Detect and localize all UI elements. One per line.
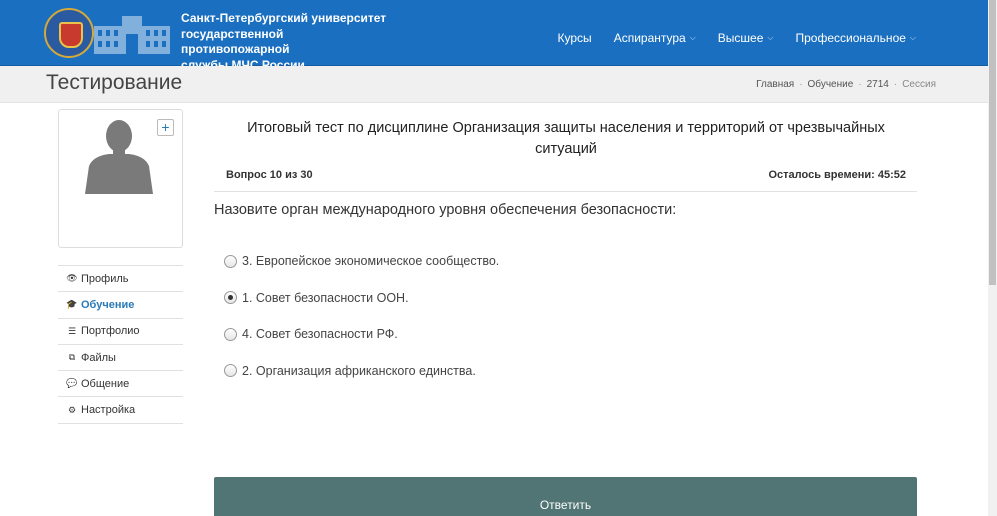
nav-label: Профессиональное xyxy=(795,31,906,45)
sidebar-item-label: Файлы xyxy=(81,351,116,364)
profile-photo-card: + xyxy=(58,109,183,248)
eye-icon: 👁 xyxy=(66,273,78,284)
answer-radio[interactable] xyxy=(224,254,237,268)
sidebar-item-messages[interactable]: 💬 Общение xyxy=(58,371,183,398)
answer-label: 2. Организация африканского единства. xyxy=(242,363,476,378)
answer-label: 4. Совет безопасности РФ. xyxy=(242,327,398,341)
breadcrumb-separator: · xyxy=(799,79,803,90)
nav-higher[interactable]: Высшее ⌵ xyxy=(718,31,774,45)
avatar xyxy=(85,120,153,194)
answer-option[interactable]: 2. Организация африканского единства. xyxy=(224,362,499,380)
graduation-cap-icon: 🎓 xyxy=(66,299,78,310)
page-scrollbar[interactable] xyxy=(988,0,997,516)
scrollbar-thumb[interactable] xyxy=(989,0,996,285)
chevron-down-icon: ⌵ xyxy=(909,33,916,42)
divider xyxy=(214,191,917,192)
emblem-icon xyxy=(44,8,94,58)
list-icon: ☰ xyxy=(67,325,77,336)
sidebar-item-label: Настройка xyxy=(81,404,136,417)
sidebar-item-label: Обучение xyxy=(81,298,135,311)
chevron-down-icon: ⌵ xyxy=(689,33,696,42)
add-photo-button[interactable]: + xyxy=(157,119,174,136)
sidebar-item-label: Профиль xyxy=(81,272,129,285)
breadcrumb-separator: · xyxy=(893,79,898,90)
breadcrumb: Главная · Обучение · 2714 · Сессия xyxy=(756,79,936,90)
answer-list: 3. Европейское экономическое сообщество.… xyxy=(224,252,499,398)
question-counter: Вопрос 10 из 30 xyxy=(226,169,313,181)
gears-icon: ⚙ xyxy=(67,404,77,415)
chat-icon: 💬 xyxy=(66,378,78,389)
sidebar-item-label: Портфолио xyxy=(81,325,140,338)
chevron-down-icon: ⌵ xyxy=(767,33,774,42)
time-remaining: Осталось времени: 45:52 xyxy=(768,169,907,181)
answer-radio[interactable] xyxy=(224,291,237,304)
answer-radio[interactable] xyxy=(224,364,237,377)
nav-label: Аспирантура xyxy=(613,31,686,45)
sidebar-item-portfolio[interactable]: ☰ Портфолио xyxy=(58,319,183,345)
building-icon xyxy=(94,16,170,54)
test-title: Итоговый тест по дисциплине Организация … xyxy=(247,120,885,157)
answer-option[interactable]: 3. Европейское экономическое сообщество. xyxy=(224,252,499,270)
sidebar-item-label: Общение xyxy=(81,377,130,390)
breadcrumb-session: Сессия xyxy=(902,79,936,90)
nav-label: Высшее xyxy=(717,31,764,45)
answer-radio[interactable] xyxy=(224,327,237,341)
nav-postgraduate[interactable]: Аспирантура ⌵ xyxy=(614,31,696,45)
university-name[interactable]: Санкт-Петербургский университет государс… xyxy=(181,11,391,73)
breadcrumb-separator: · xyxy=(858,79,862,90)
nav-courses[interactable]: Курсы xyxy=(558,31,592,45)
nav-label: Курсы xyxy=(557,31,592,45)
sidebar-item-settings[interactable]: ⚙ Настройка xyxy=(58,397,183,424)
sidebar-item-profile[interactable]: 👁 Профиль xyxy=(58,266,183,293)
page-title: Тестирование xyxy=(46,71,183,94)
main-nav: Курсы Аспирантура ⌵ Высшее ⌵ Профессиона… xyxy=(558,31,988,45)
breadcrumb-learning[interactable]: Обучение xyxy=(808,79,854,90)
nav-professional[interactable]: Профессиональное ⌵ xyxy=(795,31,916,45)
test-meta: Вопрос 10 из 30 Осталось времени: 45:52 xyxy=(226,169,906,181)
answer-label: 1. Совет безопасности ООН. xyxy=(242,290,409,305)
brand-line: государственной противопожарной xyxy=(181,26,290,57)
university-logo[interactable] xyxy=(44,8,172,60)
question-text: Назовите орган международного уровня обе… xyxy=(214,202,677,218)
sidebar-item-learning[interactable]: 🎓 Обучение xyxy=(58,292,183,319)
answer-option[interactable]: 4. Совет безопасности РФ. xyxy=(224,325,499,343)
sidebar-item-files[interactable]: ⧉ Файлы xyxy=(58,345,183,372)
brand-line: Санкт-Петербургский университет xyxy=(181,11,387,25)
breadcrumb-course[interactable]: 2714 xyxy=(867,79,889,90)
top-navbar: Санкт-Петербургский университет государс… xyxy=(0,0,988,72)
breadcrumb-home[interactable]: Главная xyxy=(756,79,794,90)
files-icon: ⧉ xyxy=(68,352,76,363)
sidebar-menu: 👁 Профиль 🎓 Обучение ☰ Портфолио ⧉ Файлы… xyxy=(58,265,183,424)
answer-label: 3. Европейское экономическое сообщество. xyxy=(242,254,500,268)
answer-option[interactable]: 1. Совет безопасности ООН. xyxy=(224,289,499,307)
page-header: Тестирование Главная · Обучение · 2714 ·… xyxy=(0,66,988,103)
submit-answer-button[interactable]: Ответить xyxy=(214,477,917,516)
